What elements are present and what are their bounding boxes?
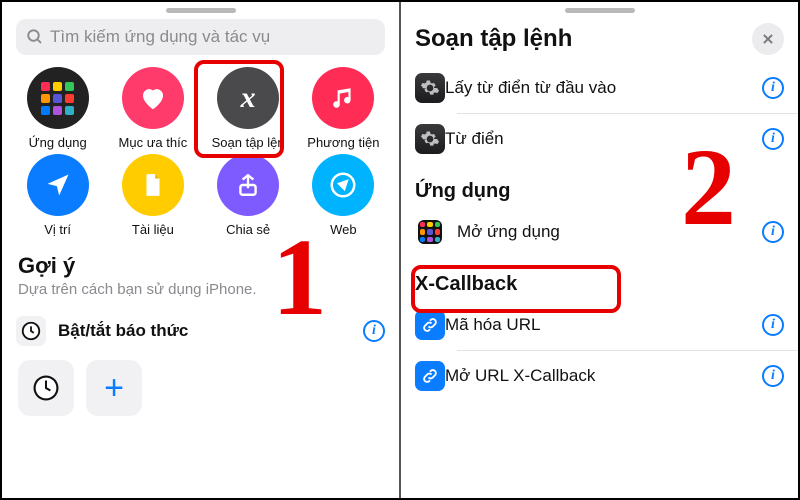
info-icon[interactable]: i [762,314,784,336]
category-media[interactable]: Phương tiện [296,67,391,150]
info-icon[interactable]: i [762,77,784,99]
xcallback-group-header: X-Callback [401,257,798,300]
location-icon [44,171,72,199]
search-field[interactable]: Tìm kiếm ứng dụng và tác vụ [16,19,385,55]
clock-app-icon [16,316,46,346]
apps-group-header: Ứng dụng [401,164,798,207]
info-icon[interactable]: i [762,365,784,387]
close-button[interactable] [752,23,784,55]
left-screenshot: Tìm kiếm ứng dụng và tác vụ Ứng dụng [2,2,399,498]
category-grid: Ứng dụng Mục ưa thíc x Soạn tập lện Phươ… [2,65,399,239]
sheet-grabber[interactable] [565,8,635,13]
suggestion-alarm-label: Bật/tắt báo thức [58,321,363,341]
sheet-grabber[interactable] [166,8,236,13]
gear-icon [415,73,445,103]
dictionary-group: Lấy từ điển từ đầu vào i Từ điển i [401,63,798,164]
category-apps[interactable]: Ứng dụng [10,67,105,150]
suggestion-alarm-row[interactable]: Bật/tắt báo thức i [2,308,399,354]
add-suggestion-button[interactable]: + [86,360,142,416]
row-get-dictionary[interactable]: Lấy từ điển từ đầu vào i [401,63,798,113]
clock-icon [31,373,61,403]
info-icon[interactable]: i [363,320,385,342]
plus-icon: + [104,371,124,405]
heart-icon [138,83,168,113]
suggestions-header: Gợi ý [18,253,383,279]
search-icon [26,28,44,46]
link-icon [415,310,445,340]
apps-icon [41,82,74,115]
category-favorites[interactable]: Mục ưa thíc [105,67,200,150]
apps-icon [415,217,445,247]
document-icon [140,172,166,198]
suggestions-sub: Dựa trên cách bạn sử dụng iPhone. [18,281,383,298]
category-documents[interactable]: Tài liệu [105,154,200,237]
clock-app-button[interactable] [18,360,74,416]
gear-icon [415,124,445,154]
link-icon [415,361,445,391]
compass-icon [328,170,358,200]
close-icon [761,32,775,46]
search-placeholder: Tìm kiếm ứng dụng và tác vụ [50,27,270,47]
info-icon[interactable]: i [762,221,784,243]
category-scripting[interactable]: x Soạn tập lện [201,67,296,150]
row-dictionary[interactable]: Từ điển i [401,114,798,164]
row-open-url-xcallback[interactable]: Mở URL X-Callback i [401,351,798,401]
row-url-encode[interactable]: Mã hóa URL i [401,300,798,350]
share-icon [235,172,261,198]
script-icon: x [241,81,256,115]
category-web[interactable]: Web [296,154,391,237]
row-open-app[interactable]: Mở ứng dụng i [401,207,798,257]
category-location[interactable]: Vị trí [10,154,105,237]
right-screenshot: Soạn tập lệnh Lấy từ điển từ đầu vào i T… [401,2,798,498]
category-sharing[interactable]: Chia sẻ [201,154,296,237]
info-icon[interactable]: i [762,128,784,150]
music-icon [330,85,356,111]
sheet-title: Soạn tập lệnh [415,25,752,53]
